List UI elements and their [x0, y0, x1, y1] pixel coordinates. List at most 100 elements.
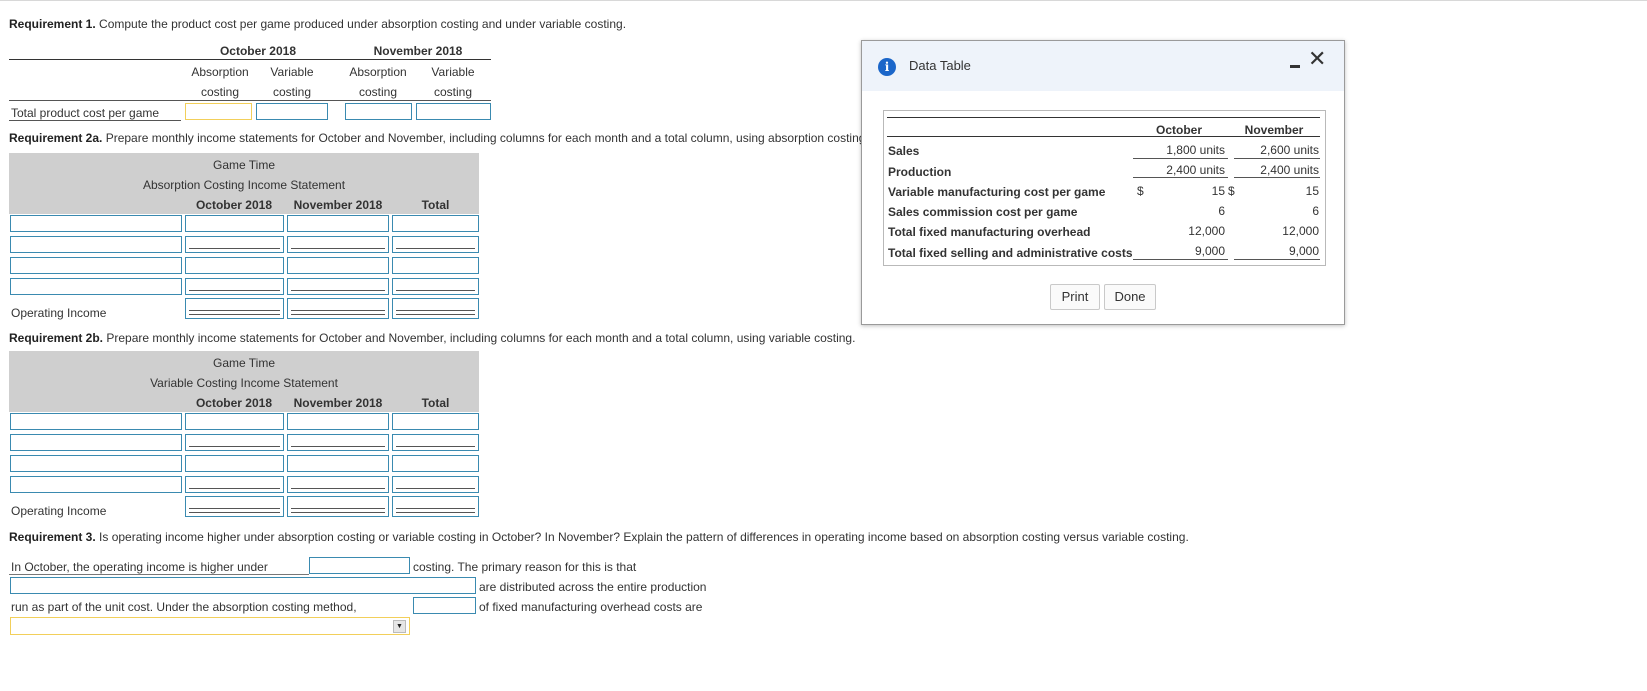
req2a-row4-oct-input[interactable] [185, 278, 284, 295]
req2b-row4-total-input[interactable] [392, 476, 479, 493]
req2b-row3-nov-input[interactable] [287, 455, 389, 472]
requirement-1-text: Compute the product cost per game produc… [95, 17, 627, 31]
req2b-row3-label-input[interactable] [10, 455, 182, 472]
requirement-1-label: Requirement 1. [9, 17, 96, 31]
req1-nov-absorption-input[interactable] [345, 103, 412, 120]
req2b-row4-oct-input[interactable] [185, 476, 284, 493]
req2a-company-name: Game Time [212, 158, 275, 172]
req2a-row2-oct-input[interactable] [185, 236, 284, 253]
requirement-1-heading: Requirement 1. Compute the product cost … [9, 17, 626, 31]
req2a-row1-total-input[interactable] [392, 215, 479, 232]
req2a-op-income-nov-input[interactable] [287, 298, 389, 319]
req1-nov-variable-costing: costing [433, 85, 473, 99]
data-table-col-november: November [1244, 123, 1304, 137]
req2a-op-income-total-input[interactable] [392, 298, 479, 319]
data-row-sales-oct: 1,800 units [1166, 143, 1225, 157]
req2b-row2-label-input[interactable] [10, 434, 182, 451]
req2b-col-total: Total [421, 396, 450, 410]
requirement-2a-text: Prepare monthly income statements for Oc… [102, 131, 869, 145]
oct-units-rule [1133, 158, 1228, 159]
req2b-op-income-nov-input[interactable] [287, 496, 389, 517]
nov-production-rule [1234, 177, 1320, 178]
data-row-commission-oct: 6 [1218, 204, 1225, 218]
req2a-statement-title: Absorption Costing Income Statement [142, 178, 346, 192]
data-table-col-october: October [1155, 123, 1202, 137]
info-icon: i [878, 58, 896, 76]
oct-total-rule [1133, 259, 1228, 260]
done-button[interactable]: Done [1104, 284, 1156, 310]
data-row-fixed-moh-label: Total fixed manufacturing overhead [888, 225, 1091, 239]
requirement-2b-heading: Requirement 2b. Prepare monthly income s… [9, 331, 855, 345]
req2b-row1-nov-input[interactable] [287, 413, 389, 430]
req2b-company-name: Game Time [212, 356, 275, 370]
data-row-fixed-sga-oct: 9,000 [1194, 244, 1225, 258]
req1-nov-absorption: Absorption [349, 65, 407, 79]
data-row-varcost-oct: 15 [1211, 184, 1225, 198]
req2a-row1-oct-input[interactable] [185, 215, 284, 232]
req2b-statement-title: Variable Costing Income Statement [150, 376, 338, 390]
req2a-row1-nov-input[interactable] [287, 215, 389, 232]
req2a-row4-total-input[interactable] [392, 278, 479, 295]
req2b-op-income-total-input[interactable] [392, 496, 479, 517]
req1-oct-variable-input[interactable] [256, 103, 328, 120]
req2b-row1-oct-input[interactable] [185, 413, 284, 430]
req2a-row3-oct-input[interactable] [185, 257, 284, 274]
req2a-row2-nov-input[interactable] [287, 236, 389, 253]
req2a-row4-label-input[interactable] [10, 278, 182, 295]
req2a-op-income-oct-input[interactable] [185, 298, 284, 319]
requirement-2a-heading: Requirement 2a. Prepare monthly income s… [9, 131, 869, 145]
data-table-header-rule [887, 136, 1320, 137]
req1-row-label: Total product cost per game [11, 106, 160, 120]
req2a-row3-total-input[interactable] [392, 257, 479, 274]
close-icon[interactable]: ✕ [1308, 49, 1326, 71]
req1-header-rule [9, 59, 491, 60]
req2b-col-october: October 2018 [195, 396, 273, 410]
req1-col-october: October 2018 [219, 44, 297, 58]
req2a-row3-label-input[interactable] [10, 257, 182, 274]
data-row-varcost-label: Variable manufacturing cost per game [888, 185, 1106, 199]
req1-nov-variable: Variable [431, 65, 475, 79]
req2a-row2-total-input[interactable] [392, 236, 479, 253]
req2a-row4-nov-input[interactable] [287, 278, 389, 295]
req2b-row1-total-input[interactable] [392, 413, 479, 430]
req2b-row2-nov-input[interactable] [287, 434, 389, 451]
req2a-col-total: Total [421, 198, 450, 212]
req2b-row2-oct-input[interactable] [185, 434, 284, 451]
req3-explanation-dropdown[interactable]: ▼ [10, 617, 410, 635]
req1-oct-absorption-input[interactable] [185, 103, 252, 120]
req2b-row4-label-input[interactable] [10, 476, 182, 493]
dropdown-arrow-icon[interactable]: ▼ [393, 620, 406, 633]
data-table-dialog: i Data Table ✕ October November Sales 1,… [861, 40, 1345, 325]
req2b-row3-total-input[interactable] [392, 455, 479, 472]
req1-oct-absorption-costing: costing [200, 85, 240, 99]
req1-nov-absorption-costing: costing [358, 85, 398, 99]
req3-line1-underline [9, 574, 309, 575]
req2a-row3-nov-input[interactable] [287, 257, 389, 274]
data-row-sales-nov: 2,600 units [1260, 143, 1319, 157]
req2a-row2-label-input[interactable] [10, 236, 182, 253]
data-row-production-oct: 2,400 units [1166, 163, 1225, 177]
nov-total-rule [1234, 259, 1320, 260]
req2b-col-november: November 2018 [293, 396, 383, 410]
req3-line3-start: run as part of the unit cost. Under the … [11, 600, 357, 614]
req2b-row3-oct-input[interactable] [185, 455, 284, 472]
requirement-2b-text: Prepare monthly income statements for Oc… [103, 331, 856, 345]
req2b-op-income-oct-input[interactable] [185, 496, 284, 517]
req3-reason-input[interactable] [10, 577, 476, 594]
req1-oct-variable: Variable [270, 65, 314, 79]
print-button[interactable]: Print [1050, 284, 1100, 310]
req2b-row2-total-input[interactable] [392, 434, 479, 451]
req2b-row4-nov-input[interactable] [287, 476, 389, 493]
requirement-2b-label: Requirement 2b. [9, 331, 104, 345]
minimize-icon[interactable] [1290, 65, 1300, 68]
req1-nov-variable-input[interactable] [416, 103, 491, 120]
req3-portion-input[interactable] [413, 597, 476, 614]
data-row-production-label: Production [888, 165, 952, 179]
req3-costing-method-input[interactable] [309, 557, 410, 574]
data-row-fixed-moh-oct: 12,000 [1188, 224, 1225, 238]
data-row-production-nov: 2,400 units [1260, 163, 1319, 177]
requirement-3-text: Is operating income higher under absorpt… [95, 530, 1189, 544]
req2a-row1-label-input[interactable] [10, 215, 182, 232]
req2b-row1-label-input[interactable] [10, 413, 182, 430]
req2b-operating-income-label: Operating Income [11, 504, 107, 518]
